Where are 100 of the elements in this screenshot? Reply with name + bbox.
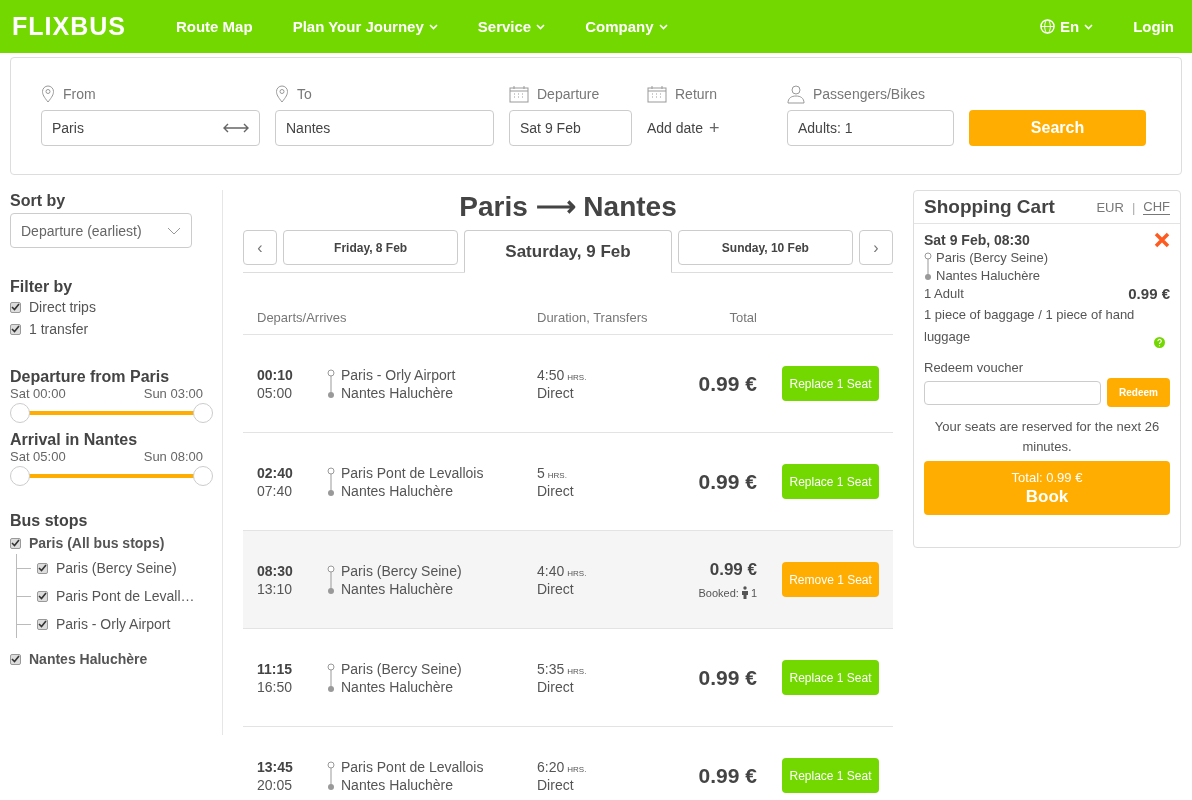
location-pin-icon bbox=[41, 85, 55, 103]
booked-label: Booked: bbox=[698, 586, 739, 599]
departure-time: 13:45 bbox=[257, 758, 294, 775]
section-heading: Sort by bbox=[10, 192, 67, 210]
checkbox[interactable] bbox=[10, 537, 21, 549]
slider-handle[interactable] bbox=[10, 403, 30, 423]
next-day-button[interactable]: › bbox=[859, 230, 893, 265]
departure-time: 08:30 bbox=[257, 562, 294, 579]
trip-date: Sat 9 Feb, 08:30 bbox=[924, 232, 1030, 248]
baggage-info: 1 piece of baggage / 1 piece of hand luggage bbox=[924, 306, 1136, 346]
nav-link[interactable]: Plan Your Journey bbox=[292, 18, 438, 35]
arrival-stop: Nantes Haluchère bbox=[341, 580, 455, 597]
swap-arrows-icon[interactable] bbox=[223, 123, 249, 133]
booked-count: 1 bbox=[750, 586, 757, 599]
passengers-field[interactable]: Adults: 1 bbox=[787, 110, 954, 146]
person-icon bbox=[740, 586, 749, 599]
book-button[interactable]: Total: 0.99 € Book bbox=[924, 461, 1170, 515]
checkbox-label: Paris - Orly Airport bbox=[56, 616, 171, 632]
checkbox[interactable] bbox=[10, 653, 21, 665]
route-line-icon bbox=[327, 760, 335, 791]
checkbox-label: Paris Pont de Levall… bbox=[56, 588, 195, 604]
date-tab[interactable]: Saturday, 9 Feb bbox=[464, 230, 672, 273]
arrival-time: 05:00 bbox=[257, 384, 294, 401]
field-label: Departure bbox=[537, 86, 600, 102]
arrival-time: 13:10 bbox=[257, 580, 294, 597]
checkbox[interactable] bbox=[37, 590, 48, 602]
caret-icon bbox=[428, 23, 438, 30]
seat-button[interactable]: Replace 1 Seat bbox=[782, 366, 879, 401]
transfer-info: Direct bbox=[537, 482, 575, 499]
seat-button[interactable]: Remove 1 Seat bbox=[782, 562, 879, 597]
field-label: To bbox=[297, 86, 312, 102]
range-start-label: Sat 05:00 bbox=[10, 449, 66, 464]
checkbox-label: Paris (All bus stops) bbox=[29, 535, 165, 551]
departure-stop: Paris (Bercy Seine) bbox=[341, 660, 463, 677]
trip-duration: 5:35 HRS. bbox=[537, 660, 588, 677]
section-heading: Arrival in Nantes bbox=[10, 431, 139, 449]
range-slider[interactable] bbox=[10, 466, 213, 486]
previous-day-button[interactable]: ‹ bbox=[243, 230, 277, 265]
checkbox-label: 1 transfer bbox=[29, 321, 89, 337]
currency-link[interactable]: EUR bbox=[1096, 199, 1124, 215]
range-end-label: Sun 03:00 bbox=[143, 386, 203, 401]
arrival-time: 20:05 bbox=[257, 776, 294, 793]
seat-button[interactable]: Replace 1 Seat bbox=[782, 758, 879, 793]
trip-duration: 6:20 HRS. bbox=[537, 758, 588, 775]
route-line-icon bbox=[327, 466, 335, 497]
section-heading: Filter by bbox=[10, 278, 74, 296]
voucher-label: Redeem voucher bbox=[924, 360, 1024, 375]
arrival-stop: Nantes Haluchère bbox=[341, 678, 455, 695]
arrival-stop: Nantes Haluchère bbox=[341, 482, 455, 499]
trip-duration: 4:40 HRS. bbox=[537, 562, 588, 579]
checkbox-label: Direct trips bbox=[29, 299, 96, 315]
login-link[interactable]: Login bbox=[1133, 18, 1174, 35]
currency-link[interactable]: CHF bbox=[1143, 199, 1170, 215]
person-icon bbox=[787, 84, 805, 104]
calendar-icon bbox=[509, 85, 529, 103]
search-button[interactable]: Search bbox=[969, 110, 1146, 146]
globe-icon bbox=[1040, 19, 1055, 34]
arrival-stop: Nantes Haluchère bbox=[341, 776, 455, 793]
departure-stop: Paris (Bercy Seine) bbox=[341, 562, 463, 579]
slider-handle[interactable] bbox=[193, 403, 213, 423]
help-icon[interactable] bbox=[1154, 337, 1165, 348]
seat-button[interactable]: Replace 1 Seat bbox=[782, 464, 879, 499]
trip-price: 0.99 € bbox=[698, 469, 757, 494]
voucher-input[interactable] bbox=[924, 381, 1101, 405]
location-pin-icon bbox=[275, 85, 289, 103]
slider-handle[interactable] bbox=[193, 466, 213, 486]
checkbox[interactable] bbox=[37, 562, 48, 574]
range-start-label: Sat 00:00 bbox=[10, 386, 66, 401]
transfer-info: Direct bbox=[537, 776, 575, 793]
language-selector[interactable]: En bbox=[1040, 18, 1094, 35]
departure-date-field[interactable]: Sat 9 Feb bbox=[509, 110, 632, 146]
transfer-info: Direct bbox=[537, 384, 575, 401]
from-field[interactable]: Paris bbox=[41, 110, 260, 146]
range-slider[interactable] bbox=[10, 403, 213, 423]
nav-link[interactable]: Service bbox=[477, 18, 546, 35]
nav-link[interactable]: Company bbox=[585, 18, 668, 35]
departure-time: 11:15 bbox=[257, 660, 294, 677]
sort-dropdown[interactable]: Departure (earliest) bbox=[10, 213, 192, 248]
nav-link[interactable]: Route Map bbox=[175, 18, 253, 35]
add-date-link[interactable]: Add date + bbox=[647, 110, 772, 146]
date-tab[interactable]: Friday, 8 Feb bbox=[283, 230, 459, 265]
caret-icon bbox=[536, 23, 546, 30]
checkbox[interactable] bbox=[10, 323, 21, 335]
close-icon[interactable] bbox=[1154, 232, 1170, 248]
checkbox[interactable] bbox=[10, 301, 21, 313]
seat-button[interactable]: Replace 1 Seat bbox=[782, 660, 879, 695]
column-header: Duration, Transfers bbox=[537, 310, 649, 325]
route-line-icon bbox=[327, 564, 335, 595]
to-field[interactable]: Nantes bbox=[275, 110, 494, 146]
trip-price: 0.99 € bbox=[698, 371, 757, 396]
checkbox[interactable] bbox=[37, 618, 48, 630]
trip-price: 0.99 € bbox=[709, 560, 757, 580]
logo[interactable]: FLIXBUS bbox=[12, 12, 126, 41]
column-header: Total bbox=[728, 310, 757, 325]
slider-handle[interactable] bbox=[10, 466, 30, 486]
redeem-button[interactable]: Redeem bbox=[1107, 378, 1170, 407]
checkbox-label: Nantes Haluchère bbox=[29, 651, 148, 667]
date-tab[interactable]: Sunday, 10 Feb bbox=[677, 230, 853, 265]
caret-icon bbox=[1084, 23, 1094, 30]
cart-title: Shopping Cart bbox=[924, 196, 1055, 218]
